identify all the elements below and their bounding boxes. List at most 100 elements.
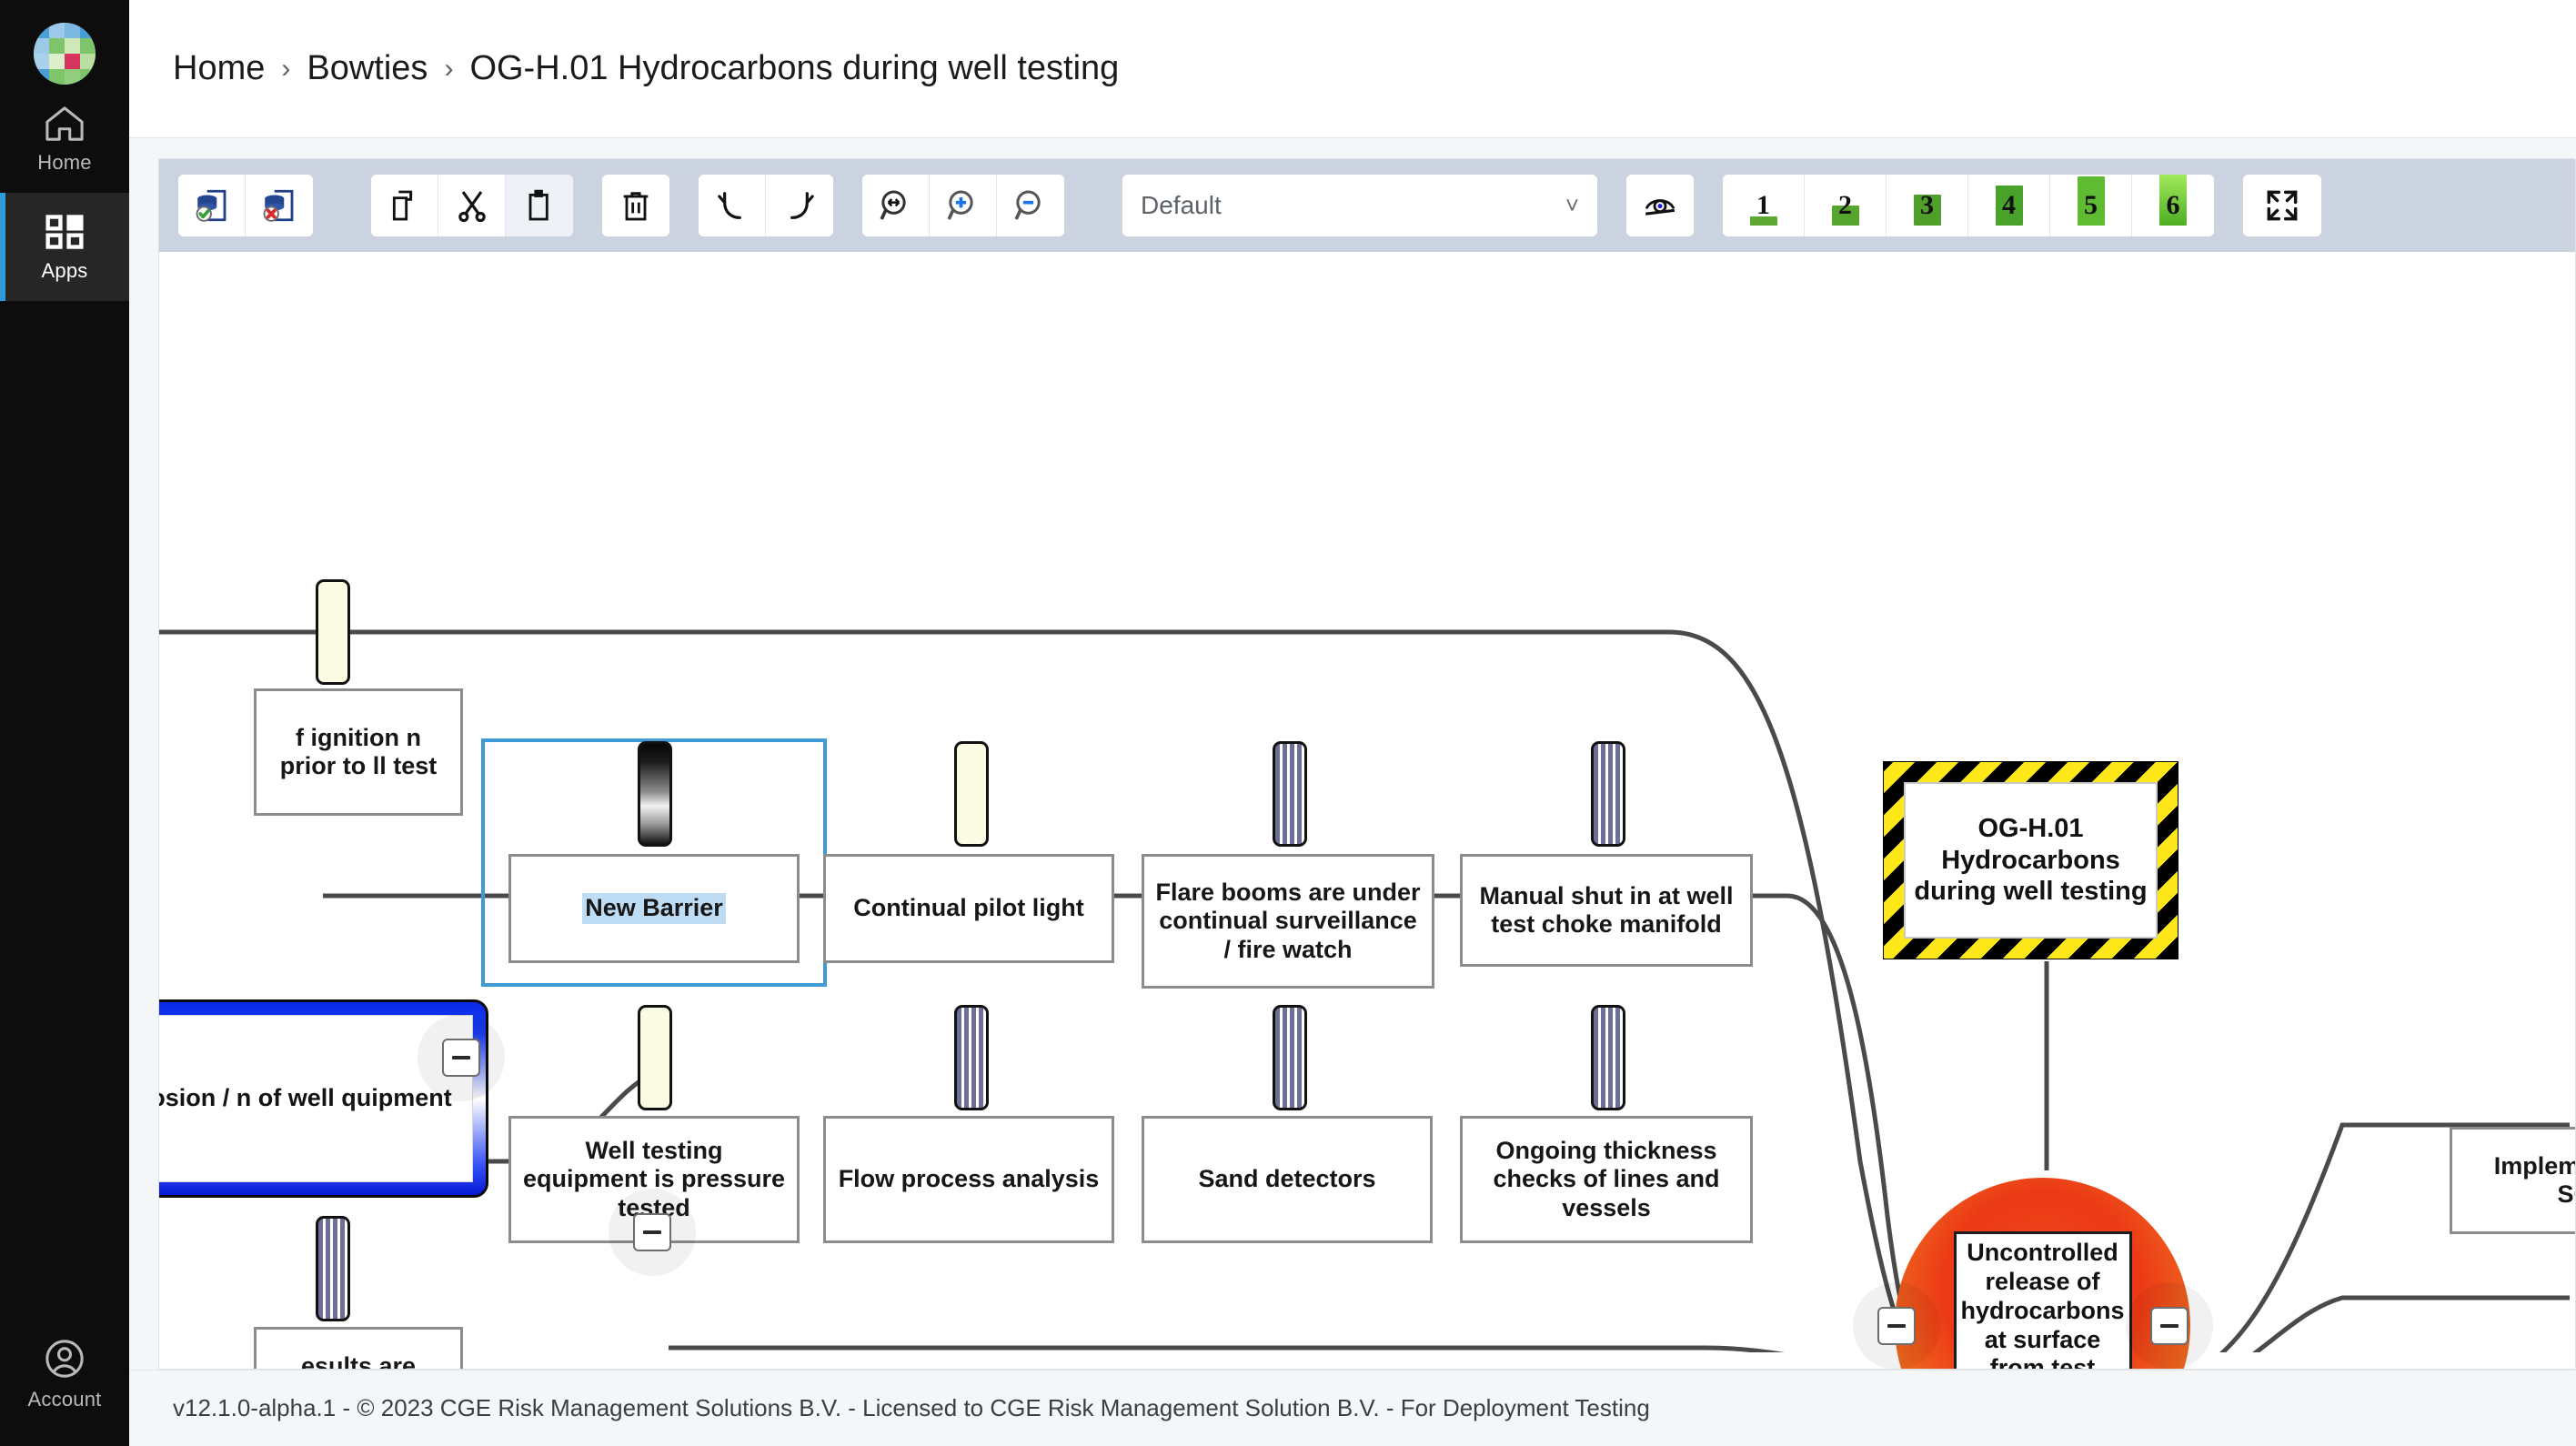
view-select-value: Default bbox=[1122, 191, 1222, 220]
visibility-button[interactable] bbox=[1626, 175, 1694, 236]
level-button-1[interactable]: 1 bbox=[1723, 175, 1805, 236]
barrier-box-ignition[interactable]: f ignition n prior to ll test bbox=[254, 688, 463, 816]
cge-logo[interactable] bbox=[34, 23, 96, 85]
editor-toolbar: Default ˅ bbox=[159, 159, 2575, 252]
level-button-3[interactable]: 3 bbox=[1887, 175, 1968, 236]
toolbar-group-levels: 1 2 3 4 bbox=[1722, 174, 2215, 237]
bowtie-canvas[interactable]: f ignition n prior to ll test New Barrie… bbox=[159, 252, 2575, 1369]
footer-text: v12.1.0-alpha.1 - © 2023 CGE Risk Manage… bbox=[173, 1394, 1650, 1422]
level-label: 5 bbox=[2084, 192, 2098, 219]
barrier-icon-results-recorded[interactable] bbox=[316, 1216, 350, 1321]
barrier-box-thickness-checks[interactable]: Ongoing thickness checks of lines and ve… bbox=[1460, 1116, 1753, 1243]
breadcrumb: Home › Bowties › OG-H.01 Hydrocarbons du… bbox=[173, 49, 1119, 88]
barrier-box-flow-process[interactable]: Flow process analysis bbox=[823, 1116, 1114, 1243]
collapse-button-top-event-left[interactable] bbox=[1877, 1307, 1916, 1345]
apps-icon bbox=[45, 213, 85, 251]
collapse-button-top-event-right[interactable] bbox=[2150, 1307, 2189, 1345]
level-label: 1 bbox=[1756, 192, 1770, 219]
barrier-icon-manual-shut-in[interactable] bbox=[1591, 741, 1625, 847]
breadcrumb-item-home[interactable]: Home bbox=[173, 49, 265, 88]
zoom-in-icon bbox=[945, 187, 981, 224]
level-button-4[interactable]: 4 bbox=[1968, 175, 2050, 236]
delete-button[interactable] bbox=[602, 175, 669, 236]
breadcrumb-item-current: OG-H.01 Hydrocarbons during well testing bbox=[469, 49, 1119, 88]
barrier-box-new-barrier[interactable]: New Barrier bbox=[508, 854, 800, 963]
account-icon bbox=[44, 1338, 86, 1380]
zoom-out-button[interactable] bbox=[997, 175, 1064, 236]
cut-button[interactable] bbox=[438, 175, 506, 236]
barrier-icon-pilot-light[interactable] bbox=[954, 741, 989, 847]
footer-bar: v12.1.0-alpha.1 - © 2023 CGE Risk Manage… bbox=[129, 1370, 2576, 1446]
barrier-icon-thickness-checks[interactable] bbox=[1591, 1005, 1625, 1110]
sidebar-item-label: Apps bbox=[42, 259, 88, 283]
zoom-in-button[interactable] bbox=[930, 175, 997, 236]
redo-button[interactable] bbox=[766, 175, 833, 236]
barrier-box-flare-booms[interactable]: Flare booms are under continual surveill… bbox=[1142, 854, 1434, 989]
discard-icon bbox=[260, 186, 298, 225]
toolbar-group-fullscreen bbox=[2242, 174, 2322, 237]
zoom-fit-button[interactable] bbox=[862, 175, 930, 236]
hazard-node[interactable]: OG-H.01 Hydrocarbons during well testing bbox=[1883, 761, 2179, 959]
barrier-icon-new-barrier[interactable] bbox=[638, 741, 672, 847]
main-column: Home › Bowties › OG-H.01 Hydrocarbons du… bbox=[129, 0, 2576, 1446]
level-button-5[interactable]: 5 bbox=[2050, 175, 2132, 236]
hazard-label: OG-H.01 Hydrocarbons during well testing bbox=[1904, 782, 2158, 939]
toolbar-group-history bbox=[698, 174, 834, 237]
sidebar-item-apps[interactable]: Apps bbox=[0, 193, 129, 301]
home-icon bbox=[44, 105, 86, 143]
sidebar-item-label: Home bbox=[37, 151, 92, 175]
barrier-box-sopep[interactable]: Implementation of SOPEP bbox=[2450, 1127, 2575, 1234]
copy-button[interactable] bbox=[371, 175, 438, 236]
barrier-box-pilot-light[interactable]: Continual pilot light bbox=[823, 854, 1114, 963]
zoom-out-icon bbox=[1012, 187, 1049, 224]
save-icon bbox=[193, 186, 231, 225]
barrier-icon-pressure-tested[interactable] bbox=[638, 1005, 672, 1110]
editor-panel-wrap: Default ˅ bbox=[129, 138, 2576, 1370]
toolbar-group-visibility bbox=[1625, 174, 1695, 237]
save-button[interactable] bbox=[178, 175, 246, 236]
barrier-icon-flow-process[interactable] bbox=[954, 1005, 989, 1110]
expand-arrows-icon bbox=[2262, 186, 2302, 226]
discard-button[interactable] bbox=[246, 175, 313, 236]
eye-icon bbox=[1642, 187, 1678, 224]
level-label: 4 bbox=[2002, 192, 2016, 219]
fullscreen-button[interactable] bbox=[2243, 175, 2321, 236]
top-event-label: Uncontrolled release of hydrocarbons at … bbox=[1954, 1231, 2132, 1370]
barrier-label: New Barrier bbox=[582, 893, 726, 923]
left-nav-rail: Home Apps Account bbox=[0, 0, 129, 1446]
paste-icon bbox=[521, 187, 558, 224]
level-label: 2 bbox=[1838, 192, 1852, 219]
toolbar-group-clipboard bbox=[370, 174, 574, 237]
zoom-fit-icon bbox=[878, 187, 914, 224]
bowtie-editor-panel: Default ˅ bbox=[158, 158, 2576, 1370]
trash-icon bbox=[618, 187, 654, 224]
undo-button[interactable] bbox=[699, 175, 766, 236]
sidebar-item-home[interactable]: Home bbox=[0, 85, 129, 193]
barrier-box-sand-detectors[interactable]: Sand detectors bbox=[1142, 1116, 1433, 1243]
chevron-down-icon: ˅ bbox=[1565, 192, 1579, 220]
copy-icon bbox=[387, 187, 423, 224]
level-button-6[interactable]: 6 bbox=[2132, 175, 2214, 236]
page-header: Home › Bowties › OG-H.01 Hydrocarbons du… bbox=[129, 0, 2576, 138]
level-button-2[interactable]: 2 bbox=[1805, 175, 1887, 236]
barrier-box-results-recorded[interactable]: esults are orded bbox=[254, 1327, 463, 1369]
breadcrumb-item-bowties[interactable]: Bowties bbox=[307, 49, 428, 88]
toolbar-group-delete bbox=[601, 174, 670, 237]
level-label: 6 bbox=[2167, 192, 2180, 219]
undo-icon bbox=[714, 187, 750, 224]
level-label: 3 bbox=[1920, 192, 1934, 219]
redo-icon bbox=[781, 187, 818, 224]
barrier-icon-flare-booms[interactable] bbox=[1273, 741, 1307, 847]
scissors-icon bbox=[454, 187, 490, 224]
breadcrumb-separator: › bbox=[281, 54, 290, 85]
collapse-button-threat-erosion[interactable] bbox=[442, 1039, 480, 1077]
app-root: Home Apps Account bbox=[0, 0, 2576, 1446]
paste-button[interactable] bbox=[506, 175, 573, 236]
barrier-box-manual-shut-in[interactable]: Manual shut in at well test choke manifo… bbox=[1460, 854, 1753, 967]
breadcrumb-separator: › bbox=[444, 54, 453, 85]
collapse-button-row2[interactable] bbox=[633, 1213, 671, 1251]
barrier-icon-ignition[interactable] bbox=[316, 579, 350, 685]
barrier-icon-sand-detectors[interactable] bbox=[1273, 1005, 1307, 1110]
view-select[interactable]: Default ˅ bbox=[1122, 174, 1598, 237]
sidebar-item-account[interactable]: Account bbox=[0, 1318, 129, 1446]
